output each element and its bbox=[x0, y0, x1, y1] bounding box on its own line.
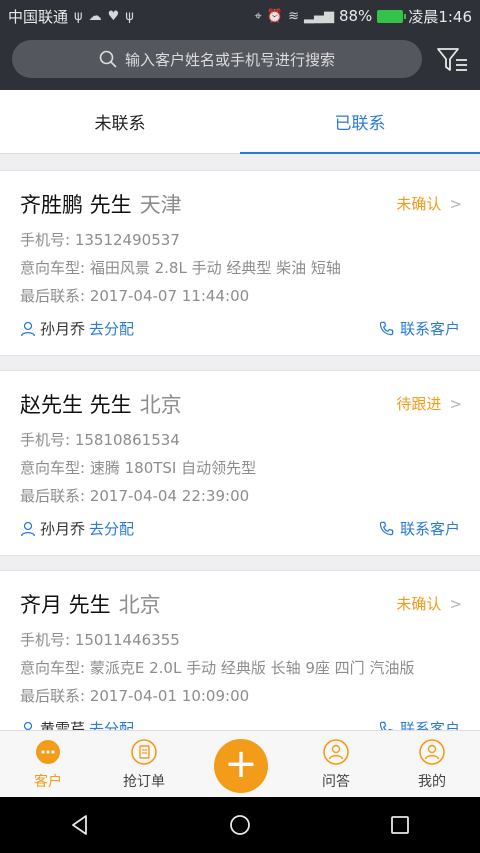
contact-customer-button[interactable]: 联系客户 bbox=[379, 718, 460, 730]
owner-name: 孙月乔 bbox=[40, 520, 86, 538]
person-icon bbox=[20, 521, 36, 536]
model-row: 意向车型: 速腾 180TSI 自动领先型 bbox=[20, 459, 257, 477]
nav-customers[interactable]: 客户 bbox=[0, 731, 96, 797]
customer-icon bbox=[36, 740, 60, 764]
battery-percent: 88% bbox=[338, 7, 373, 25]
tab-contacted[interactable]: 已联系 bbox=[240, 90, 480, 154]
profile-icon bbox=[419, 739, 445, 765]
owner-name: 黄雪芹 bbox=[40, 720, 86, 730]
model-row: 意向车型: 福田风景 2.8L 手动 经典型 柴油 短轴 bbox=[20, 259, 341, 277]
search-icon bbox=[99, 50, 117, 68]
phone-row: 手机号: 15011446355 bbox=[20, 631, 180, 649]
last-contact-value: 2017-04-07 11:44:00 bbox=[89, 287, 250, 305]
customer-city: 天津 bbox=[139, 193, 182, 217]
alarm-icon: ⏰ bbox=[266, 8, 284, 24]
model-value: 速腾 180TSI 自动领先型 bbox=[89, 459, 257, 477]
usb-debug-icon: ψ bbox=[125, 8, 134, 24]
owner: 孙月乔 bbox=[20, 518, 85, 539]
status-badge[interactable]: 待跟进 > bbox=[396, 393, 462, 414]
last-contact-row: 最后联系: 2017-04-07 11:44:00 bbox=[20, 287, 250, 305]
grab-order-icon bbox=[131, 739, 157, 765]
search-placeholder: 输入客户姓名或手机号进行搜索 bbox=[124, 50, 335, 69]
customer-list[interactable]: 齐胜鹏 先生 天津 未确认 > 手机号: 13512490537 意向车型: 福… bbox=[0, 170, 480, 730]
search-input[interactable]: 输入客户姓名或手机号进行搜索 bbox=[12, 40, 422, 78]
chevron-right-icon: > bbox=[449, 194, 462, 213]
plus-icon: + bbox=[224, 741, 258, 787]
customer-name: 齐月 先生 bbox=[20, 593, 111, 617]
phone-row: 手机号: 13512490537 bbox=[20, 231, 180, 249]
last-contact-row: 最后联系: 2017-04-01 10:09:00 bbox=[20, 687, 250, 705]
search-header: 输入客户姓名或手机号进行搜索 bbox=[0, 32, 480, 90]
last-contact-value: 2017-04-01 10:09:00 bbox=[89, 687, 250, 705]
owner-name: 孙月乔 bbox=[40, 320, 86, 338]
status-badge[interactable]: 未确认 > bbox=[396, 193, 462, 214]
phone-value: 13512490537 bbox=[74, 231, 180, 249]
last-contact-row: 最后联系: 2017-04-04 22:39:00 bbox=[20, 487, 250, 505]
person-icon bbox=[20, 321, 36, 336]
add-button[interactable]: + bbox=[214, 739, 268, 793]
system-nav-bar bbox=[0, 797, 480, 853]
customer-name: 赵先生 先生 bbox=[20, 393, 132, 417]
phone-value: 15011446355 bbox=[74, 631, 180, 649]
contact-customer-button[interactable]: 联系客户 bbox=[379, 318, 460, 339]
last-contact-value: 2017-04-04 22:39:00 bbox=[89, 487, 250, 505]
nav-profile[interactable]: 我的 bbox=[384, 731, 480, 797]
bottom-nav: 客户 抢订单 问答 我的 + bbox=[0, 730, 480, 797]
status-badge[interactable]: 未确认 > bbox=[396, 593, 462, 614]
customer-card[interactable]: 赵先生 先生 北京 待跟进 > 手机号: 15810861534 意向车型: 速… bbox=[0, 370, 480, 556]
phone-row: 手机号: 15810861534 bbox=[20, 431, 180, 449]
usb-icon: ψ bbox=[74, 8, 83, 24]
owner: 黄雪芹 bbox=[20, 718, 85, 730]
phone-icon bbox=[379, 321, 394, 336]
location-icon: ⌖ bbox=[254, 8, 262, 24]
chevron-right-icon: > bbox=[449, 594, 462, 613]
contact-customer-button[interactable]: 联系客户 bbox=[379, 518, 460, 539]
signal-icon: ▂▄▆ bbox=[303, 8, 334, 24]
tab-uncontacted[interactable]: 未联系 bbox=[0, 90, 240, 153]
filter-icon[interactable] bbox=[436, 46, 468, 74]
qa-icon bbox=[323, 739, 349, 765]
contact-tabs: 未联系 已联系 bbox=[0, 90, 480, 154]
customer-card[interactable]: 齐月 先生 北京 未确认 > 手机号: 15011446355 意向车型: 蒙派… bbox=[0, 570, 480, 730]
clock: 凌晨1:46 bbox=[408, 7, 472, 26]
assign-link[interactable]: 去分配 bbox=[89, 518, 134, 539]
battery-icon bbox=[377, 9, 407, 23]
customer-city: 北京 bbox=[139, 393, 182, 417]
nav-grab-order[interactable]: 抢订单 bbox=[96, 731, 192, 797]
customer-name: 齐胜鹏 先生 bbox=[20, 193, 132, 217]
nav-qa[interactable]: 问答 bbox=[288, 731, 384, 797]
model-value: 福田风景 2.8L 手动 经典型 柴油 短轴 bbox=[89, 259, 341, 277]
home-icon[interactable] bbox=[229, 814, 251, 836]
model-value: 蒙派克E 2.0L 手动 经典版 长轴 9座 四门 汽油版 bbox=[89, 659, 415, 677]
status-bar: 中国联通 ψ ☁ ♥ ψ ⌖ ⏰ ≋ ▂▄▆ 88% 凌晨1:46 bbox=[0, 0, 480, 32]
phone-icon bbox=[379, 721, 394, 730]
model-row: 意向车型: 蒙派克E 2.0L 手动 经典版 长轴 9座 四门 汽油版 bbox=[20, 659, 415, 677]
back-icon[interactable] bbox=[69, 814, 91, 836]
assign-link[interactable]: 去分配 bbox=[89, 718, 134, 730]
phone-icon bbox=[379, 521, 394, 536]
wifi-icon: ≋ bbox=[288, 8, 299, 24]
chevron-right-icon: > bbox=[449, 394, 462, 413]
person-icon bbox=[23, 721, 33, 730]
cloud-icon: ☁ bbox=[88, 8, 102, 24]
recents-icon[interactable] bbox=[389, 814, 411, 836]
assign-link[interactable]: 去分配 bbox=[89, 318, 134, 339]
owner: 孙月乔 bbox=[20, 318, 85, 339]
health-icon: ♥ bbox=[107, 8, 120, 24]
phone-value: 15810861534 bbox=[74, 431, 180, 449]
customer-card[interactable]: 齐胜鹏 先生 天津 未确认 > 手机号: 13512490537 意向车型: 福… bbox=[0, 170, 480, 356]
carrier-label: 中国联通 bbox=[8, 7, 69, 26]
customer-city: 北京 bbox=[118, 593, 161, 617]
